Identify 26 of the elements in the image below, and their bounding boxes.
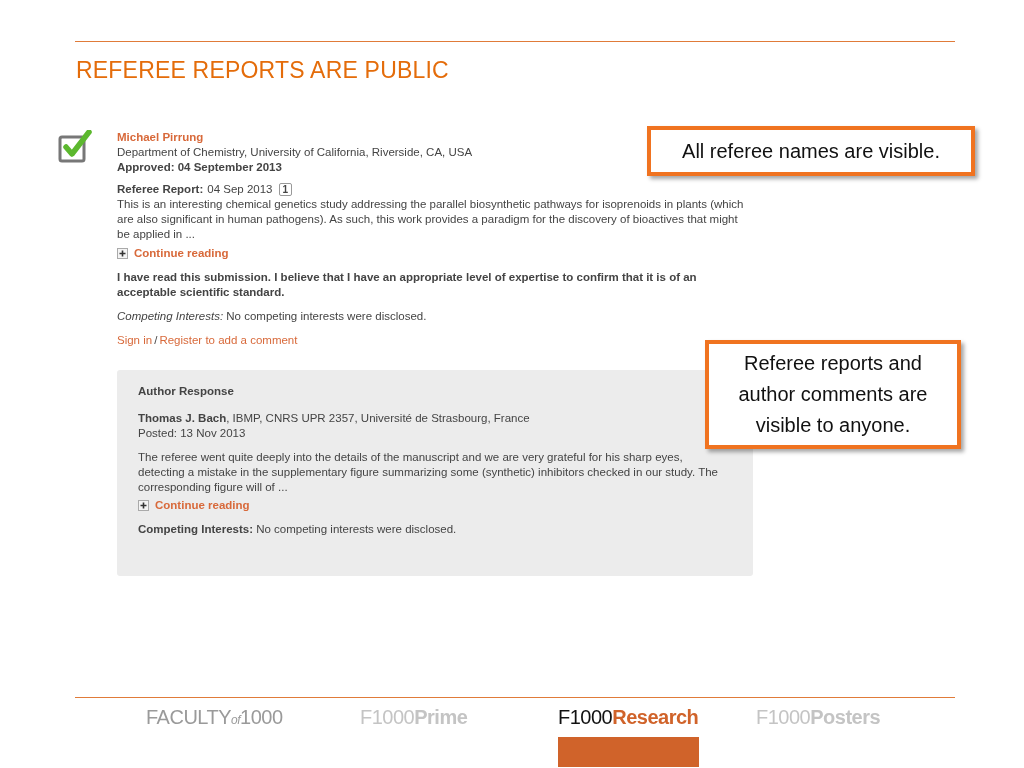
response-excerpt: The referee went quite deeply into the details of the manuscript and we are very grateful for his sharp eyes, detecting a mistake in the supplementary figure summarizing some (synthetic) inhibitors checked in our study. The corresponding figure will of ...	[138, 450, 719, 495]
register-link[interactable]: Register to add a comment	[159, 333, 298, 348]
continue-reading-link[interactable]: Continue reading	[155, 498, 250, 513]
competing-interests-text: Competing Interests: No competing interests were disclosed.	[117, 309, 428, 324]
author-line: Thomas J. Bach, IBMP, CNRS UPR 2357, Université de Strasbourg, France	[138, 411, 530, 426]
referee-name-link[interactable]: Michael Pirrung	[117, 130, 204, 145]
slide-title: REFEREE REPORTS ARE PUBLIC	[76, 57, 450, 84]
continue-reading-link[interactable]: Continue reading	[134, 246, 229, 261]
report-label: Referee Report:	[117, 182, 204, 197]
approval-status: Approved: 04 September 2013	[117, 160, 282, 175]
report-excerpt: This is an interesting chemical genetics study addressing the parallel biosynthetic pathways for isoprenoids in plants (which are also significant in human pathogens). As such, this work provides a paradigm for the discovery of bioactives that might be applied in ...	[117, 197, 745, 242]
callout-box: Referee reports and author comments are visible to anyone.	[705, 340, 961, 449]
competing-interests-text: Competing Interests: No competing interests were disclosed.	[138, 522, 458, 537]
sign-in-link[interactable]: Sign in	[117, 333, 153, 348]
logo-text[interactable]: F1000Research	[558, 706, 699, 729]
callout-box: All referee names are visible.	[647, 126, 975, 176]
logo-text[interactable]: FACULTYof1000	[146, 706, 283, 729]
affiliation-text: Department of Chemistry, University of California, Riverside, CA, USA	[117, 145, 473, 160]
report-date: 04 Sep 2013	[207, 182, 273, 197]
referee-statement: I have read this submission. I believe that I have an appropriate level of expertise to confirm that it is of an acceptable scientific standard.	[117, 270, 698, 300]
separator-text: /	[154, 333, 158, 348]
response-heading: Author Response	[138, 384, 234, 399]
comment-count-badge[interactable]: 1	[278, 183, 293, 196]
plus-icon[interactable]	[117, 248, 128, 259]
plus-icon[interactable]	[138, 500, 149, 511]
posted-date: Posted: 13 Nov 2013	[138, 426, 246, 441]
